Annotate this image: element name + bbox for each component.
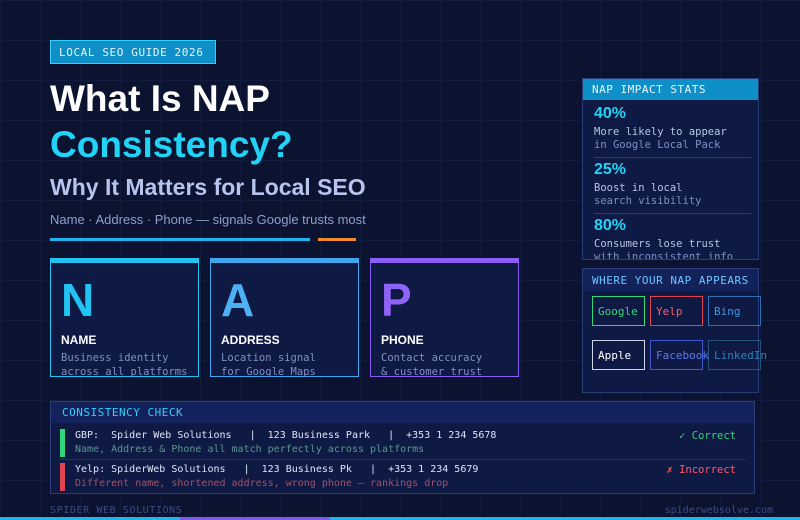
stat-label: search visibility xyxy=(594,195,702,207)
stat-item: 80% Consumers lose trust with inconsiste… xyxy=(594,217,751,260)
stat-value: 80% xyxy=(594,217,627,234)
nap-card-description: Location signal for Google Maps xyxy=(221,351,316,379)
listing-note: Different name, shortened address, wrong… xyxy=(75,478,449,489)
nap-card-name: N NAME Business identity across all plat… xyxy=(50,258,199,379)
status-badge: ✓ Correct xyxy=(679,430,736,442)
tagline: Name · Address · Phone — signals Google … xyxy=(50,212,366,227)
nap-card-desc-line: Location signal xyxy=(221,352,316,364)
stat-label: Boost in local xyxy=(594,182,683,194)
platforms-header: WHERE YOUR NAP APPEARS xyxy=(583,269,758,291)
title-underline-accent xyxy=(318,238,356,241)
listing-note: Name, Address & Phone all match perfectl… xyxy=(75,444,425,455)
nap-card-desc-line: Contact accuracy xyxy=(381,352,483,364)
nap-letter: A xyxy=(221,274,255,326)
listing-details: GBP: Spider Web Solutions | 123 Business… xyxy=(75,430,497,441)
nap-card-phone: P PHONE Contact accuracy & customer trus… xyxy=(370,258,519,379)
status-indicator-bar xyxy=(60,463,65,491)
nap-card-heading: NAME xyxy=(61,333,97,347)
stat-item: 25% Boost in local search visibility xyxy=(594,161,751,208)
platform-linkedin: LinkedIn xyxy=(708,340,767,370)
status-badge: ✗ Incorrect xyxy=(666,464,736,476)
stat-item: 40% More likely to appear in Google Loca… xyxy=(594,105,751,152)
page-title-line2: Consistency? xyxy=(50,124,293,165)
nap-card-desc-line: across all platforms xyxy=(61,366,188,378)
nap-card-address: A ADDRESS Location signal for Google Map… xyxy=(210,258,359,379)
page-subtitle: Why It Matters for Local SEO xyxy=(50,174,366,200)
nap-card-desc-line: & customer trust xyxy=(381,366,483,378)
footer-brand: SPIDER WEB SOLUTIONS xyxy=(50,505,183,516)
nap-letter: P xyxy=(381,274,412,326)
nap-card-desc-line: for Google Maps xyxy=(221,366,316,378)
stat-label: in Google Local Pack xyxy=(594,139,721,151)
listing-details: Yelp: SpiderWeb Solutions | 123 Business… xyxy=(75,464,479,475)
stat-value: 25% xyxy=(594,161,627,178)
guide-tag: LOCAL SEO GUIDE 2026 xyxy=(50,40,216,64)
status-indicator-bar xyxy=(60,429,65,457)
stat-label: Consumers lose trust xyxy=(594,238,721,250)
platform-google: Google xyxy=(592,296,645,326)
platform-bing: Bing xyxy=(708,296,761,326)
consistency-check-header: CONSISTENCY CHECK xyxy=(51,402,754,423)
nap-card-description: Contact accuracy & customer trust xyxy=(381,351,482,379)
nap-card-heading: PHONE xyxy=(381,333,424,347)
platform-yelp: Yelp xyxy=(650,296,703,326)
divider xyxy=(60,459,746,460)
page-title-line1: What Is NAP xyxy=(50,78,270,119)
platform-facebook: Facebook xyxy=(650,340,709,370)
consistency-check-panel: CONSISTENCY CHECK GBP: Spider Web Soluti… xyxy=(50,401,755,494)
divider xyxy=(594,157,751,158)
consistency-row-correct: GBP: Spider Web Solutions | 123 Business… xyxy=(60,429,746,459)
nap-card-description: Business identity across all platforms xyxy=(61,351,187,379)
divider xyxy=(594,213,751,214)
nap-letter: N xyxy=(61,274,95,326)
stat-value: 40% xyxy=(594,105,627,122)
consistency-row-incorrect: Yelp: SpiderWeb Solutions | 123 Business… xyxy=(60,463,746,493)
footer-site: spiderwebsolve.com xyxy=(664,505,773,516)
nap-card-heading: ADDRESS xyxy=(221,333,280,347)
title-underline xyxy=(50,238,310,241)
nap-card-desc-line: Business identity xyxy=(61,352,169,364)
platforms-panel: WHERE YOUR NAP APPEARS Google Yelp Bing … xyxy=(582,268,767,393)
platform-apple: Apple xyxy=(592,340,645,370)
stats-panel: NAP IMPACT STATS 40% More likely to appe… xyxy=(582,78,759,260)
stat-label: with inconsistent info xyxy=(594,251,734,260)
stat-label: More likely to appear xyxy=(594,126,727,138)
stats-header: NAP IMPACT STATS xyxy=(583,79,758,100)
